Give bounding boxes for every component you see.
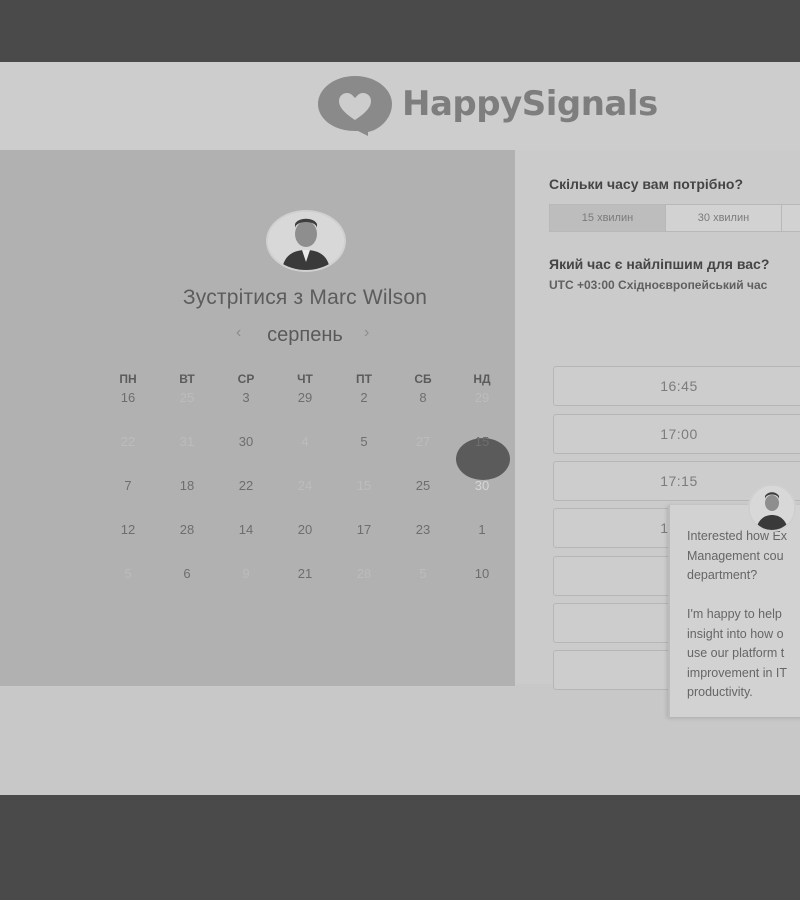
weekday-label: ПН [119,372,137,386]
weekday-label: СБ [414,372,432,386]
person-icon [268,212,344,270]
calendar-day[interactable]: 6 [157,566,217,581]
time-slot[interactable]: 17:00 [553,414,800,454]
chat-agent-avatar[interactable] [748,484,796,532]
weekday-label: ЧТ [297,372,313,386]
calendar-day[interactable]: 30 [452,478,512,493]
calendar-day[interactable]: 18 [157,478,217,493]
time-question: Який час є найліпшим для вас? [549,256,770,272]
calendar-week-row: 16 25 3 29 2 8 29 [98,390,512,410]
heart-speech-bubble-icon [318,76,392,136]
calendar-day: 4 [301,434,309,449]
person-icon [750,486,794,530]
brand-name: HappySignals [402,84,658,124]
calendar-day[interactable]: 14 [216,522,276,537]
duration-option[interactable]: 15 хвилин [550,205,666,231]
timezone-label[interactable]: UTC +03:00 Східноєвропейський час [549,278,767,292]
calendar-week-row: 22 31 30 4 5 27 15 [98,434,512,454]
calendar-day[interactable]: 29 [275,390,335,405]
calendar-day[interactable]: 28 [157,522,217,537]
month-name: серпень [267,324,343,346]
time-slot[interactable]: 16:45 [553,366,800,406]
calendar-panel: Зустрітися з Marc Wilson ‹ серпень › ПН … [0,150,515,686]
calendar-day[interactable]: 12 [98,522,158,537]
month-navigation: ‹ серпень › [230,322,380,352]
calendar-day[interactable]: 30 [216,434,276,449]
calendar-day[interactable]: 17 [334,522,394,537]
calendar-day: 28 [356,566,372,581]
host-avatar [266,210,346,272]
calendar-day[interactable]: 15 [452,434,512,449]
calendar-day[interactable]: 20 [275,522,335,537]
duration-option[interactable]: 30 хвилин [666,205,782,231]
calendar-day: 5 [419,566,427,581]
weekday-label: ПТ [356,372,372,386]
calendar-day: 25 [179,390,195,405]
calendar-day: 5 [124,566,132,581]
calendar-day[interactable]: 7 [98,478,158,493]
calendar-day[interactable]: 3 [216,390,276,405]
duration-selector: 15 хвилин 30 хвилин [549,204,800,232]
calendar-day[interactable]: 10 [452,566,512,581]
calendar-day: 27 [415,434,431,449]
calendar-week-row: 12 28 14 20 17 23 1 [98,522,512,542]
chevron-right-icon[interactable]: › [364,324,369,342]
weekday-header: ПН ВТ СР ЧТ ПТ СБ НД [98,372,512,392]
header: HappySignals [0,62,800,150]
calendar-day: 22 [120,434,136,449]
calendar-day[interactable]: 21 [275,566,335,581]
calendar-day[interactable]: 1 [452,522,512,537]
calendar-day[interactable]: 25 [393,478,453,493]
brand-logo[interactable]: HappySignals [316,74,736,136]
calendar-day: 9 [242,566,250,581]
calendar-day: 29 [474,390,490,405]
calendar-day: 15 [356,478,372,493]
calendar-day[interactable]: 2 [334,390,394,405]
weekday-label: ВТ [179,372,195,386]
chat-popup[interactable]: Interested how Ex Management cou departm… [668,505,800,717]
chat-message: Interested how Ex Management cou departm… [687,529,788,699]
weekday-label: СР [237,372,255,386]
calendar-day: 24 [297,478,313,493]
calendar-week-row: 5 6 9 21 28 5 10 [98,566,512,586]
calendar-day[interactable]: 8 [393,390,453,405]
calendar-day[interactable]: 16 [98,390,158,405]
duration-question: Скільки часу вам потрібно? [549,176,744,192]
calendar-day[interactable]: 5 [334,434,394,449]
weekday-label: НД [473,372,491,386]
calendar-day: 31 [179,434,195,449]
calendar-week-row: 7 18 22 24 15 25 30 [98,478,512,498]
calendar-day[interactable]: 22 [216,478,276,493]
calendar-day[interactable]: 23 [393,522,453,537]
